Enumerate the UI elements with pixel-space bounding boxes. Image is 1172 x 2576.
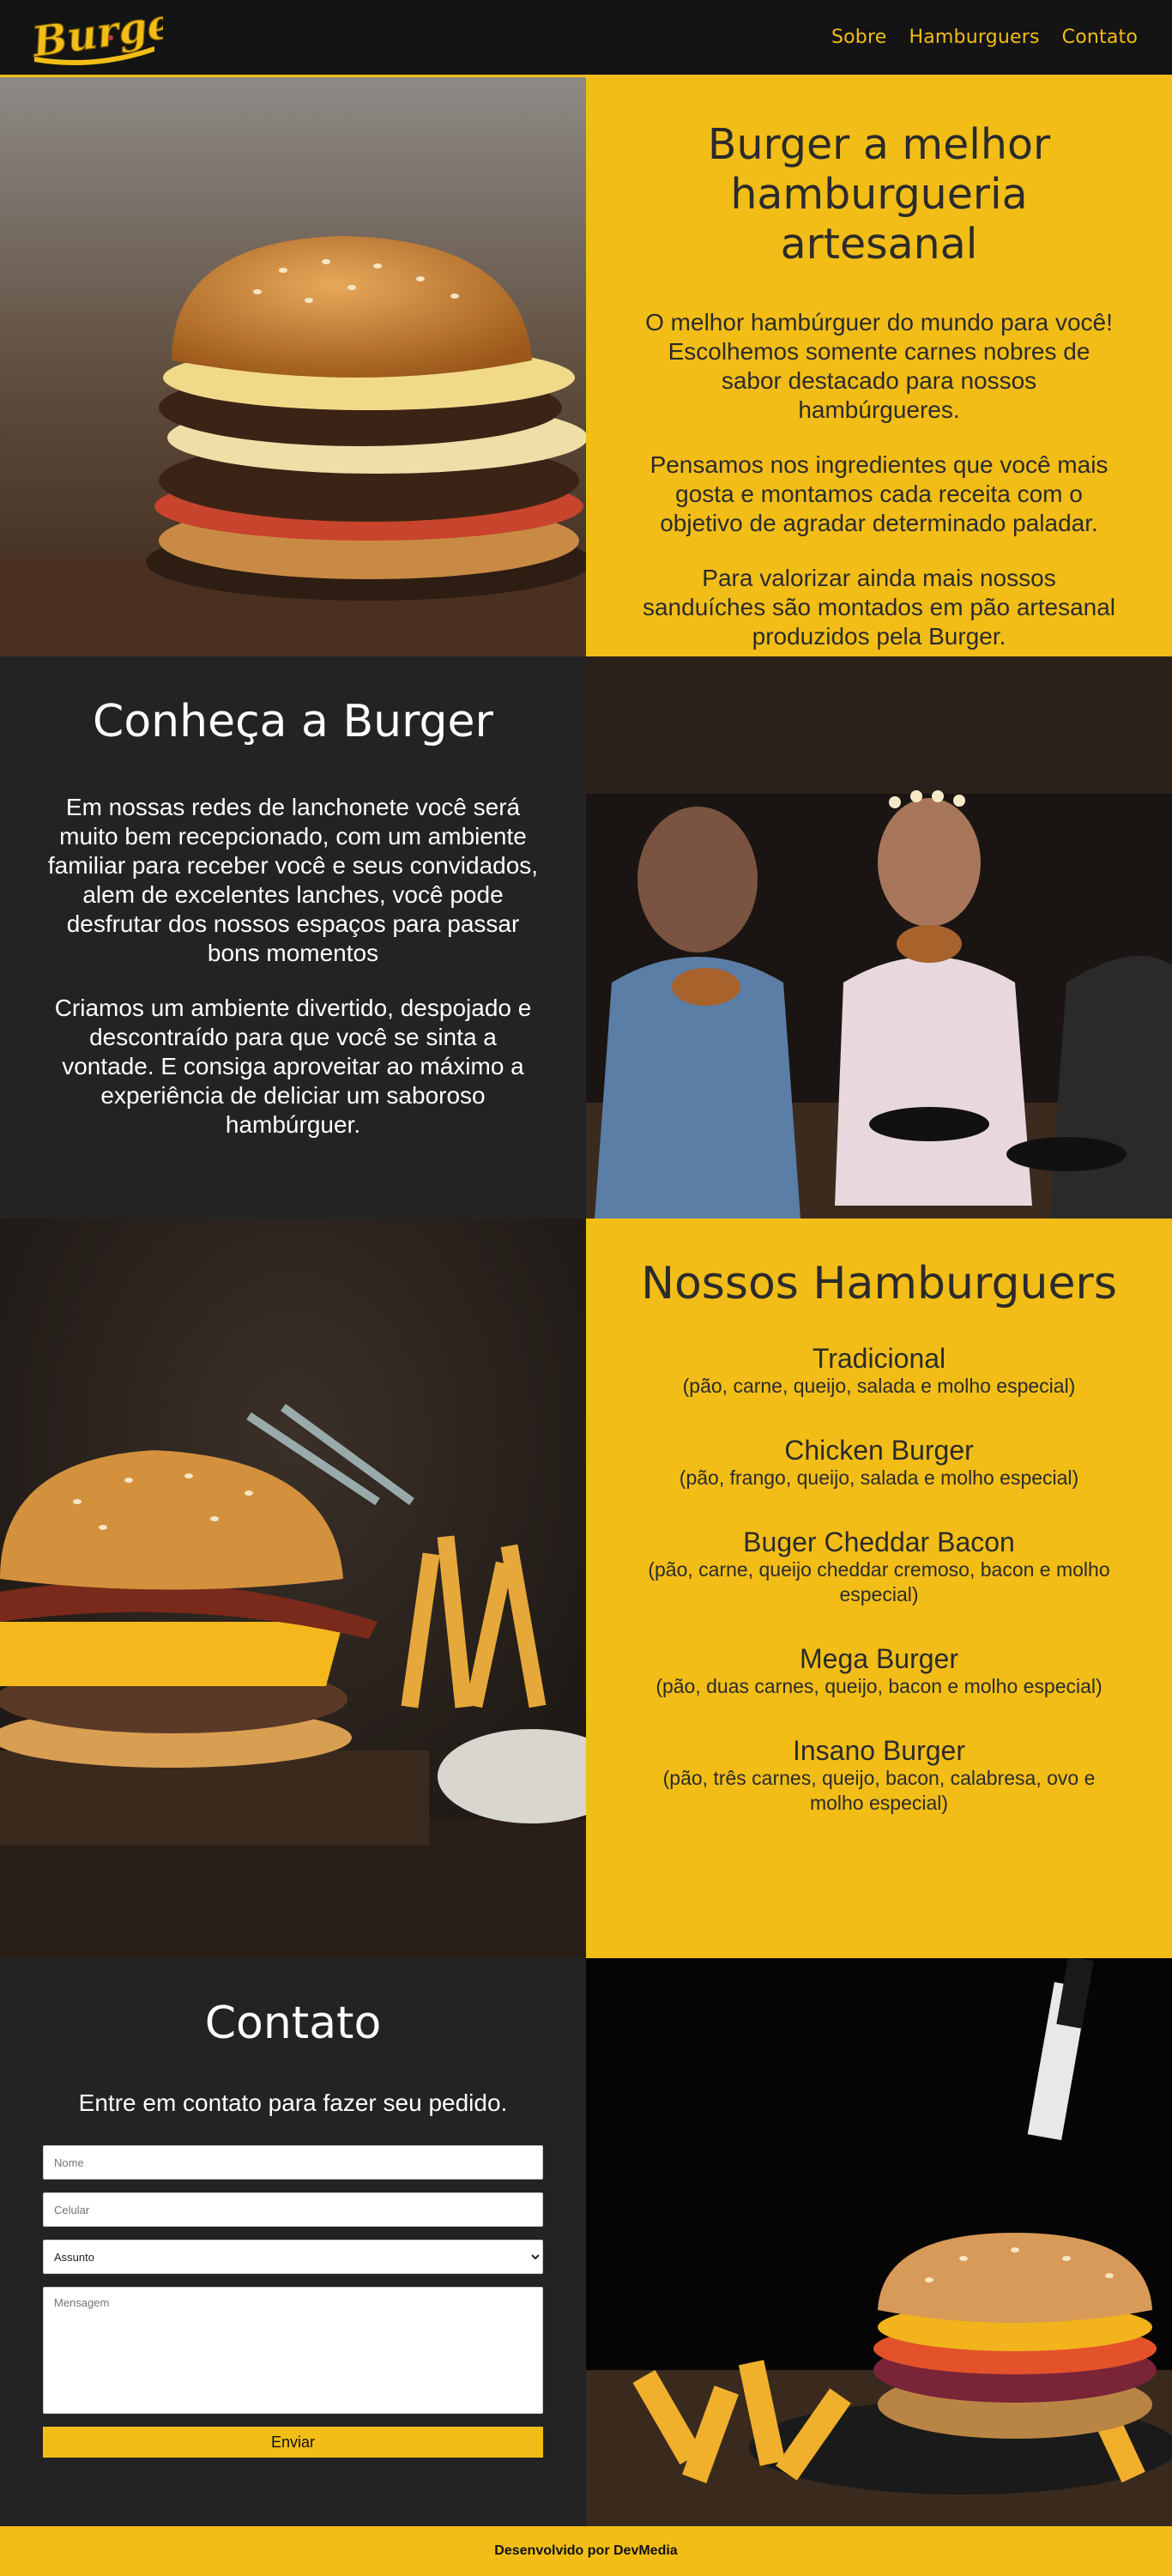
submit-button[interactable]: Enviar (43, 2427, 543, 2458)
menu-item-name: Tradicional (812, 1343, 946, 1374)
menu-item-name: Insano Burger (792, 1735, 965, 1766)
nav-link-contato[interactable]: Contato (1062, 27, 1138, 48)
know-text-panel: Conheça a Burger Em nossas redes de lanc… (0, 656, 586, 1218)
menu-item: Tradicional (pão, carne, queijo, salada … (637, 1343, 1121, 1399)
contact-section: Contato Entre em contato para fazer seu … (0, 1958, 1172, 2526)
about-title: Burger a melhor hamburgueria artesanal (707, 120, 1051, 269)
name-field[interactable] (43, 2145, 543, 2180)
nav-link-sobre[interactable]: Sobre (831, 27, 887, 48)
know-section: Conheça a Burger Em nossas redes de lanc… (0, 656, 1172, 1218)
burger-photo-3 (586, 1958, 1172, 2526)
menu-item: Insano Burger (pão, três carnes, queijo,… (637, 1735, 1121, 1816)
phone-field[interactable] (43, 2192, 543, 2227)
about-paragraph-2: Pensamos nos ingredientes que você mais … (649, 451, 1109, 536)
about-text-panel: Burger a melhor hamburgueria artesanal O… (586, 77, 1172, 656)
know-paragraph-1: Em nossas redes de lanchonete você será … (47, 794, 539, 966)
main-nav: Sobre Hamburguers Contato (831, 27, 1138, 48)
about-section: Burger a melhor hamburgueria artesanal O… (0, 77, 1172, 656)
menu-item: Buger Cheddar Bacon (pão, carne, queijo … (637, 1527, 1121, 1607)
menu-item-name: Mega Burger (800, 1643, 958, 1674)
nav-link-hamburguers[interactable]: Hamburguers (909, 27, 1039, 48)
burger-photo-2 (0, 1218, 586, 1958)
menu-item: Chicken Burger (pão, frango, queijo, sal… (637, 1435, 1121, 1491)
menu-item-name: Buger Cheddar Bacon (743, 1527, 1015, 1557)
menu-item-desc: (pão, carne, queijo, salada e molho espe… (682, 1375, 1076, 1397)
about-paragraph-3: Para valorizar ainda mais nossos sanduíc… (642, 565, 1116, 650)
burger-logo[interactable]: Burger (26, 0, 202, 72)
contact-title: Contato (204, 1998, 382, 2049)
menu-item-name: Chicken Burger (784, 1435, 974, 1466)
message-field[interactable] (43, 2287, 543, 2414)
menu-item-desc: (pão, duas carnes, queijo, bacon e molho… (655, 1675, 1103, 1697)
know-paragraph-2: Criamos um ambiente divertido, despojado… (54, 995, 532, 1138)
footer-text: Desenvolvido por DevMedia (494, 2543, 678, 2558)
know-title: Conheça a Burger (93, 696, 493, 747)
menu-item-desc: (pão, carne, queijo cheddar cremoso, bac… (648, 1558, 1110, 1605)
menu-item-desc: (pão, três carnes, queijo, bacon, calabr… (662, 1767, 1096, 1814)
restaurant-photo (586, 656, 1172, 1218)
site-header: Burger Sobre Hamburguers Contato (0, 0, 1172, 77)
subject-select[interactable]: Assunto (43, 2240, 543, 2274)
contact-form-panel: Contato Entre em contato para fazer seu … (0, 1958, 586, 2526)
menu-item-desc: (pão, frango, queijo, salada e molho esp… (679, 1466, 1079, 1489)
menu-item: Mega Burger (pão, duas carnes, queijo, b… (637, 1643, 1121, 1699)
about-paragraph-1: O melhor hambúrguer do mundo para você! … (645, 309, 1113, 423)
menu-title: Nossos Hamburguers (641, 1258, 1117, 1309)
site-footer: Desenvolvido por DevMedia (0, 2526, 1172, 2576)
burger-photo-1 (0, 77, 586, 656)
svg-text:Burger: Burger (27, 3, 163, 67)
contact-lead: Entre em contato para fazer seu pedido. (78, 2089, 508, 2116)
menu-text-panel: Nossos Hamburguers Tradicional (pão, car… (586, 1218, 1172, 1958)
menu-section: Nossos Hamburguers Tradicional (pão, car… (0, 1218, 1172, 1958)
